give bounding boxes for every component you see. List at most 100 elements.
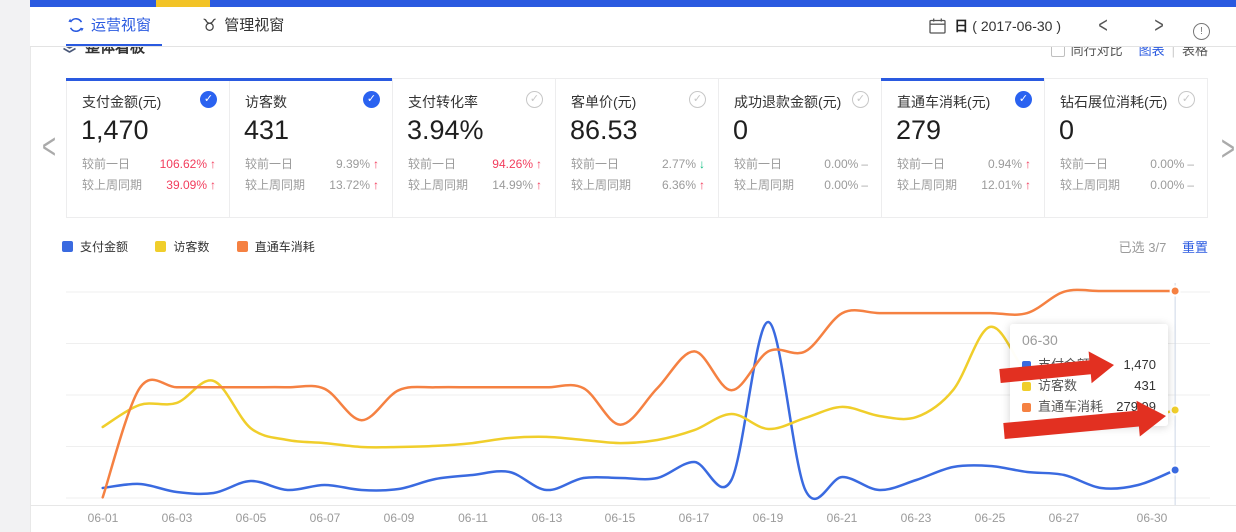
compare-label: 较前一日 <box>245 154 293 175</box>
compare-label: 较上周同期 <box>408 175 468 196</box>
legend-controls: 已选 3/7 重置 <box>1119 237 1208 256</box>
up-arrow-icon: ↑ <box>536 157 542 171</box>
metric-card-through-train-cost[interactable]: ✓ 直通车消耗(元) 279 较前一日0.94%↑ 较上周同期12.01%↑ <box>881 78 1045 218</box>
tooltip-label: 支付金额 <box>1038 357 1090 372</box>
card-value: 0 <box>1059 115 1207 146</box>
compare-row: 较前一日 0.00%– <box>1060 154 1194 175</box>
tooltip-value: 1,470 <box>1123 354 1156 375</box>
compare-row: 较上周同期 0.00%– <box>1060 175 1194 196</box>
card-value: 86.53 <box>570 115 718 146</box>
card-value: 431 <box>244 115 392 146</box>
compare-value: 39.09% <box>166 178 207 192</box>
compare-row: 较上周同期13.72%↑ <box>245 175 379 196</box>
info-icon[interactable]: ! <box>1193 23 1210 40</box>
tooltip-label: 访客数 <box>1038 378 1077 393</box>
next-day-button[interactable]: > <box>1131 0 1187 53</box>
compare-row: 较上周同期0.00%– <box>734 175 868 196</box>
x-tick-label: 06-07 <box>310 511 341 525</box>
compare-value: 13.72% <box>329 178 370 192</box>
flat-dash-icon: – <box>1187 178 1194 192</box>
metric-card-avg-order-value[interactable]: ✓ 客单价(元) 86.53 较前一日2.77%↓ 较上周同期6.36%↑ <box>555 78 719 218</box>
page-left-gutter <box>0 0 31 532</box>
flat-dash-icon: – <box>861 178 868 192</box>
compare-label: 较前一日 <box>897 154 945 175</box>
endpoint-dot-2 <box>1171 286 1180 295</box>
selected-count: 已选 3/7 <box>1119 240 1167 255</box>
compare-row: 较前一日0.00%– <box>734 154 868 175</box>
legend-label: 直通车消耗 <box>255 240 315 254</box>
x-tick-label: 06-30 <box>1137 511 1168 525</box>
up-arrow-icon: ↑ <box>699 178 705 192</box>
check-icon[interactable]: ✓ <box>200 91 217 108</box>
down-arrow-icon: ↓ <box>699 157 705 171</box>
compare-label: 较上周同期 <box>1060 175 1120 196</box>
metric-card-refund-amount[interactable]: ✓ 成功退款金额(元) 0 较前一日0.00%– 较上周同期0.00%– <box>718 78 882 218</box>
reset-link[interactable]: 重置 <box>1182 240 1208 255</box>
check-icon[interactable]: ✓ <box>852 91 869 108</box>
legend-item-through-train-cost[interactable]: 直通车消耗 <box>237 238 315 255</box>
date-granularity[interactable]: 日 <box>954 18 968 34</box>
compare-label: 较前一日 <box>408 154 456 175</box>
card-accent <box>881 78 1045 81</box>
check-icon[interactable]: ✓ <box>1178 91 1195 108</box>
up-arrow-icon: ↑ <box>210 157 216 171</box>
x-tick-label: 06-27 <box>1049 511 1080 525</box>
compare-value: 9.39% <box>336 157 370 171</box>
x-tick-label: 06-13 <box>532 511 563 525</box>
legend-label: 支付金额 <box>80 240 128 254</box>
x-tick-label: 06-09 <box>384 511 415 525</box>
compare-row: 较前一日2.77%↓ <box>571 154 705 175</box>
legend-item-payment-amount[interactable]: 支付金额 <box>62 238 128 255</box>
metric-card-visitor-count[interactable]: ✓ 访客数 431 较前一日9.39%↑ 较上周同期13.72%↑ <box>229 78 393 218</box>
date-range[interactable]: ( 2017-06-30 ) <box>972 18 1061 34</box>
up-arrow-icon: ↑ <box>1025 157 1031 171</box>
tab-operations-label: 运营视窗 <box>91 17 151 34</box>
tooltip-swatch <box>1022 382 1031 391</box>
topbar-yellow-segment <box>156 0 210 7</box>
check-icon[interactable]: ✓ <box>689 91 706 108</box>
compare-value: 94.26% <box>492 157 533 171</box>
x-tick-label: 06-01 <box>88 511 119 525</box>
cards-next-button[interactable]: > <box>1221 129 1235 171</box>
legend-item-visitor-count[interactable]: 访客数 <box>155 238 209 255</box>
browser-top-accent-bar <box>30 0 1236 7</box>
compare-value: 0.00% <box>1150 157 1184 171</box>
tab-management-view[interactable]: ♉管理视窗 <box>202 7 284 45</box>
cards-prev-button[interactable]: < <box>42 127 56 169</box>
compare-label: 较上周同期 <box>245 175 305 196</box>
compare-row: 较上周同期39.09%↑ <box>82 175 216 196</box>
tooltip-label: 直通车消耗 <box>1038 399 1103 414</box>
x-tick-label: 06-05 <box>236 511 267 525</box>
check-icon[interactable]: ✓ <box>1015 91 1032 108</box>
prev-day-button[interactable]: < <box>1075 0 1131 53</box>
operations-view-icon <box>68 10 84 48</box>
metric-card-diamond-booth-cost[interactable]: ✓ 钻石展位消耗(元) 0 较前一日0.00%– 较上周同期0.00%– <box>1044 78 1208 218</box>
x-tick-label: 06-21 <box>827 511 858 525</box>
compare-row: 较前一日106.62%↑ <box>82 154 216 175</box>
x-tick-label: 06-25 <box>975 511 1006 525</box>
compare-label: 较前一日 <box>82 154 130 175</box>
legend-label: 访客数 <box>173 240 209 254</box>
check-icon[interactable]: ✓ <box>526 91 543 108</box>
compare-row: 较上周同期6.36%↑ <box>571 175 705 196</box>
flat-dash-icon: – <box>861 157 868 171</box>
card-value: 3.94% <box>407 115 555 146</box>
check-icon[interactable]: ✓ <box>363 91 380 108</box>
compare-label: 较上周同期 <box>897 175 957 196</box>
up-arrow-icon: ↑ <box>373 157 379 171</box>
tooltip-value: 431 <box>1134 375 1156 396</box>
tab-operations-view[interactable]: 运营视窗 <box>68 7 151 45</box>
compare-value: 12.01% <box>981 178 1022 192</box>
up-arrow-icon: ↑ <box>1025 178 1031 192</box>
metric-card-payment-amount[interactable]: ✓ 支付金额(元) 1,470 较前一日106.62%↑ 较上周同期39.09%… <box>66 78 230 218</box>
card-accent <box>1044 78 1208 81</box>
tab-management-label: 管理视窗 <box>224 17 284 34</box>
calendar-icon[interactable] <box>929 11 946 49</box>
x-axis: 06-01 06-03 06-05 06-07 06-09 06-11 06-1… <box>0 511 1236 531</box>
metric-card-payment-conversion-rate[interactable]: ✓ 支付转化率 3.94% 较前一日94.26%↑ 较上周同期14.99%↑ <box>392 78 556 218</box>
compare-value: 0.00% <box>1150 178 1184 192</box>
compare-row: 较上周同期14.99%↑ <box>408 175 542 196</box>
legend-swatch <box>155 241 166 252</box>
flat-dash-icon: – <box>1187 157 1194 171</box>
compare-label: 较前一日 <box>1060 154 1108 175</box>
